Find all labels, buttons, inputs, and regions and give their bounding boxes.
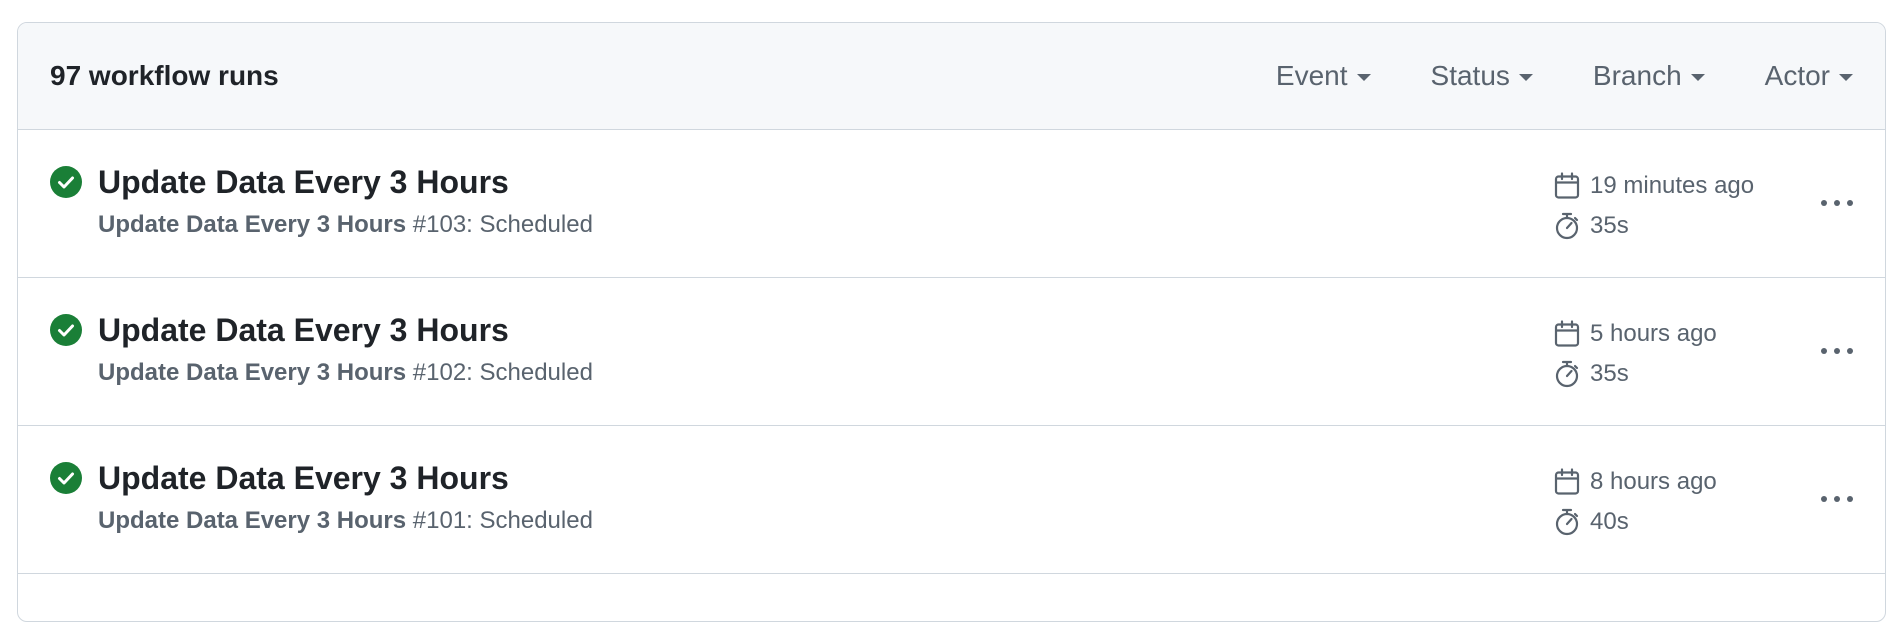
kebab-horizontal-icon bbox=[1821, 200, 1853, 206]
filter-branch-label: Branch bbox=[1592, 60, 1682, 91]
run-actions-menu[interactable] bbox=[1814, 183, 1860, 223]
run-number-trigger: #101: Scheduled bbox=[412, 507, 593, 534]
filter-status[interactable]: Status bbox=[1431, 60, 1533, 92]
run-number-trigger: #103: Scheduled bbox=[412, 211, 593, 238]
workflow-runs-header: 97 workflow runs Event Status Branch Act… bbox=[18, 23, 1885, 130]
filter-event-label: Event bbox=[1275, 60, 1348, 91]
run-subtitle: Update Data Every 3 Hours #103: Schedule… bbox=[98, 210, 593, 240]
stopwatch-icon bbox=[1555, 360, 1579, 388]
run-subtitle: Update Data Every 3 Hours #102: Schedule… bbox=[98, 358, 593, 388]
run-duration: 40s bbox=[1552, 502, 1717, 542]
run-duration-value: 35s bbox=[1590, 360, 1629, 387]
run-time: 5 hours ago bbox=[1552, 314, 1717, 354]
calendar-icon bbox=[1554, 172, 1580, 199]
runs-count: 97 workflow runs bbox=[50, 60, 279, 91]
filter-actor[interactable]: Actor bbox=[1765, 60, 1853, 92]
filter-branch[interactable]: Branch bbox=[1593, 60, 1705, 92]
run-duration-value: 40s bbox=[1590, 508, 1629, 535]
calendar-icon bbox=[1554, 320, 1580, 347]
workflow-run-row[interactable]: Update Data Every 3 Hours Update Data Ev… bbox=[18, 426, 1885, 574]
caret-down-icon bbox=[1839, 73, 1853, 81]
run-duration: 35s bbox=[1552, 206, 1754, 246]
caret-down-icon bbox=[1690, 73, 1705, 81]
filter-event[interactable]: Event bbox=[1276, 60, 1371, 92]
run-actions-menu[interactable] bbox=[1814, 479, 1860, 519]
filter-bar: Event Status Branch Actor bbox=[1216, 60, 1853, 92]
check-circle-fill-icon bbox=[50, 462, 82, 494]
kebab-horizontal-icon bbox=[1821, 348, 1853, 354]
workflow-run-row[interactable]: Update Data Every 3 Hours Update Data Ev… bbox=[18, 278, 1885, 426]
kebab-horizontal-icon bbox=[1821, 496, 1853, 502]
run-duration-value: 35s bbox=[1590, 212, 1629, 239]
filter-actor-label: Actor bbox=[1764, 60, 1830, 91]
run-title-link[interactable]: Update Data Every 3 Hours bbox=[98, 311, 509, 349]
stopwatch-icon bbox=[1555, 508, 1579, 536]
run-title-link[interactable]: Update Data Every 3 Hours bbox=[98, 163, 509, 201]
run-subtitle: Update Data Every 3 Hours #101: Schedule… bbox=[98, 506, 593, 536]
run-duration: 35s bbox=[1552, 354, 1717, 394]
run-meta: 19 minutes ago 35s bbox=[1552, 166, 1754, 246]
run-title-link[interactable]: Update Data Every 3 Hours bbox=[98, 459, 509, 497]
run-time-ago: 19 minutes ago bbox=[1590, 172, 1755, 199]
caret-down-icon bbox=[1518, 73, 1533, 81]
workflow-run-row[interactable]: Update Data Every 3 Hours Update Data Ev… bbox=[18, 130, 1885, 278]
run-workflow-name: Update Data Every 3 Hours bbox=[98, 359, 407, 386]
run-meta: 5 hours ago 35s bbox=[1552, 314, 1717, 394]
run-time: 19 minutes ago bbox=[1552, 166, 1754, 206]
run-time: 8 hours ago bbox=[1552, 462, 1717, 502]
caret-down-icon bbox=[1356, 73, 1371, 81]
check-circle-fill-icon bbox=[50, 166, 82, 198]
run-time-ago: 5 hours ago bbox=[1590, 320, 1717, 347]
run-actions-menu[interactable] bbox=[1814, 331, 1860, 371]
run-meta: 8 hours ago 40s bbox=[1552, 462, 1717, 542]
run-number-trigger: #102: Scheduled bbox=[412, 359, 593, 386]
workflow-runs-box: 97 workflow runs Event Status Branch Act… bbox=[17, 22, 1886, 622]
stopwatch-icon bbox=[1555, 212, 1579, 240]
run-workflow-name: Update Data Every 3 Hours bbox=[98, 211, 407, 238]
check-circle-fill-icon bbox=[50, 314, 82, 346]
run-time-ago: 8 hours ago bbox=[1590, 468, 1717, 495]
filter-status-label: Status bbox=[1430, 60, 1510, 91]
run-workflow-name: Update Data Every 3 Hours bbox=[98, 507, 407, 534]
calendar-icon bbox=[1554, 468, 1580, 495]
